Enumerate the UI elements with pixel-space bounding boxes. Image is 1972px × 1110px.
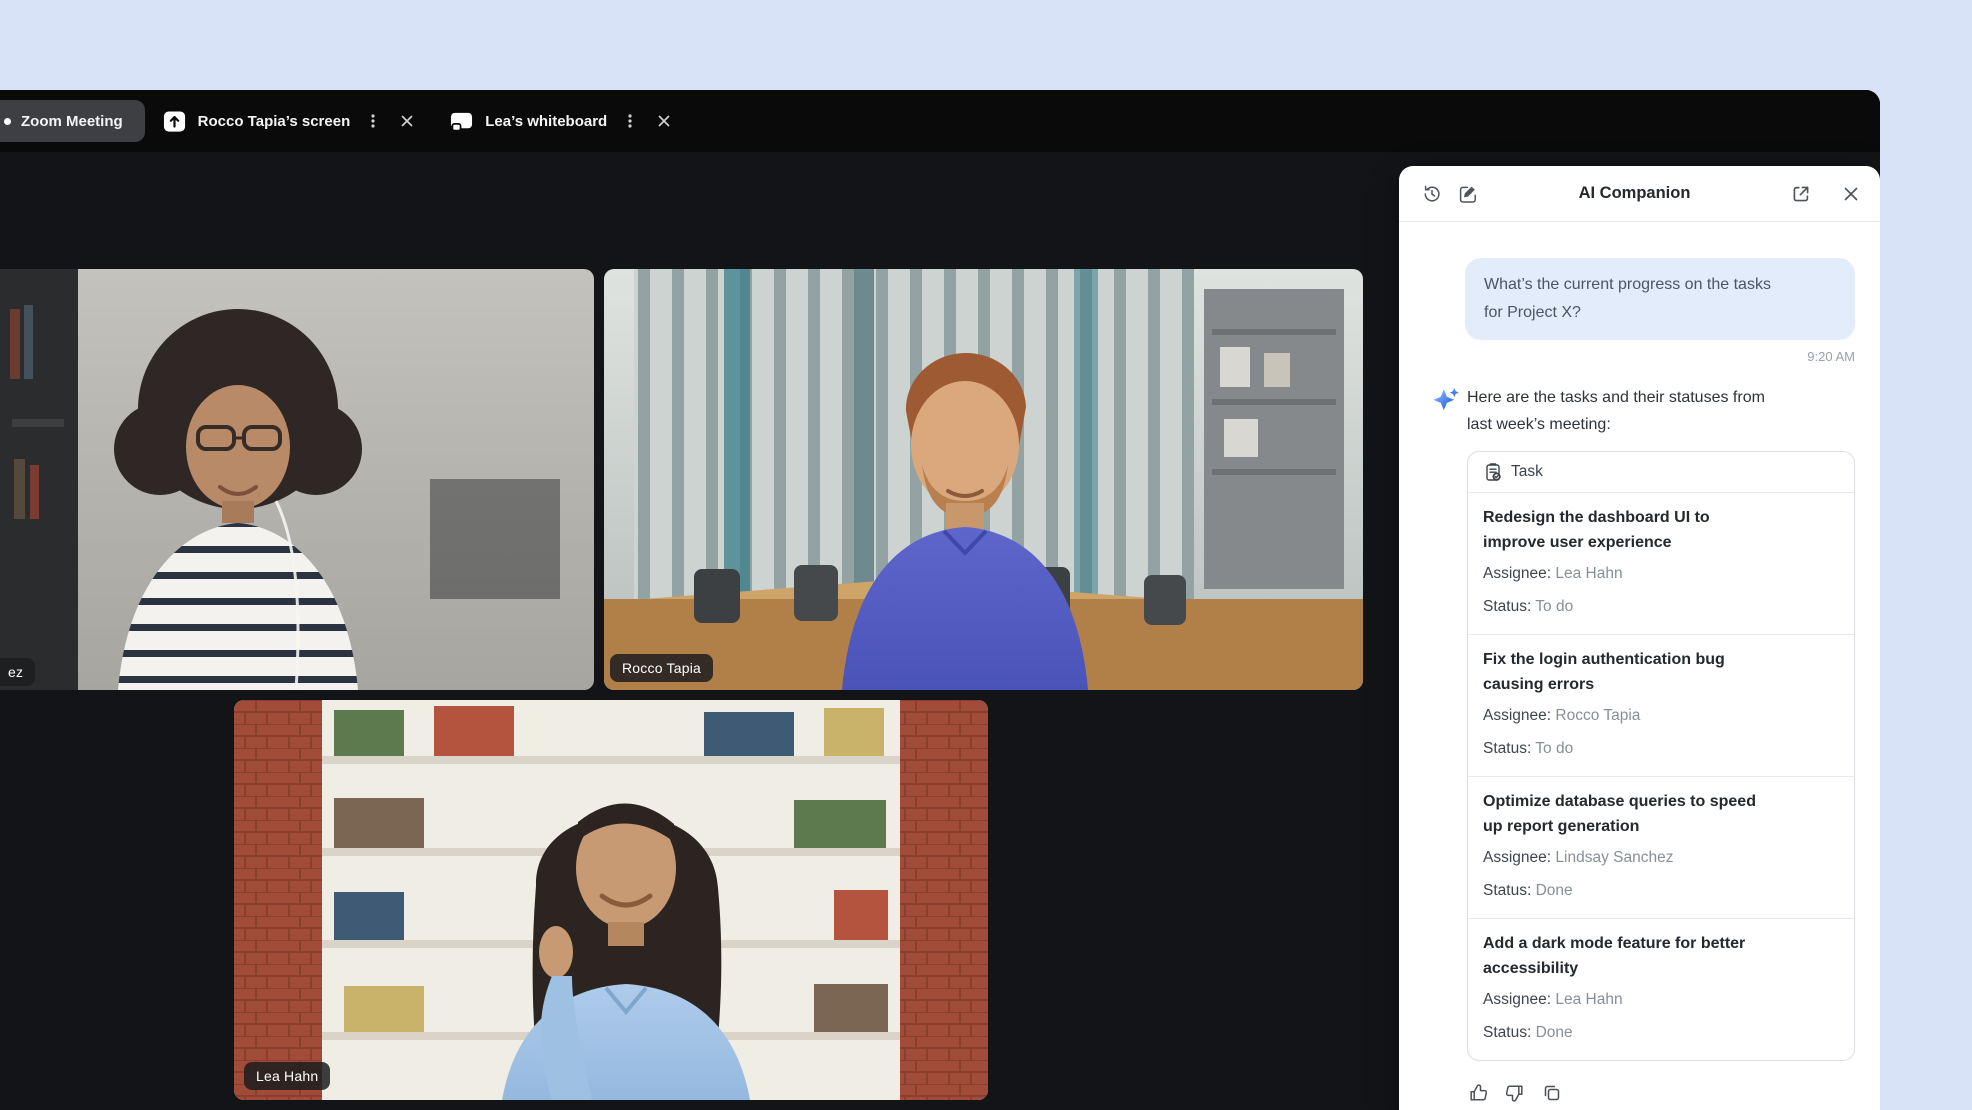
rocco-tapia-video [604, 269, 1363, 690]
tab-close-icon[interactable] [653, 110, 675, 132]
task-title: Fix the login authentication bug causing… [1483, 647, 1839, 697]
tab-menu-icon[interactable] [362, 110, 384, 132]
ai-intro-line: Here are the tasks and their statuses fr… [1467, 384, 1855, 411]
task-card-title: Task [1511, 463, 1543, 481]
ai-companion-sparkle-icon [1432, 386, 1460, 414]
ai-panel-title: AI Companion [1479, 184, 1790, 203]
history-icon[interactable] [1421, 183, 1443, 205]
task-item: Add a dark mode feature for better acces… [1468, 919, 1854, 1060]
task-item: Redesign the dashboard UI to improve use… [1468, 493, 1854, 635]
tab-menu-icon[interactable] [619, 110, 641, 132]
tab-rocco-screen[interactable]: Rocco Tapia’s screen [163, 110, 419, 133]
meeting-indicator-dot [4, 118, 11, 125]
user-message-line: for Project X? [1484, 299, 1836, 327]
ai-intro-text: Here are the tasks and their statuses fr… [1467, 384, 1855, 438]
task-assignee: Assignee: Lea Hahn [1483, 559, 1839, 588]
screen-share-icon [163, 110, 186, 133]
tab-lea-whiteboard[interactable]: Lea’s whiteboard [450, 110, 675, 133]
ai-companion-panel: AI Companion [1399, 166, 1880, 1110]
tab-bar: Zoom Meeting Rocco Tapia’s screen Lea’ [0, 90, 1880, 152]
tab-label: Rocco Tapia’s screen [198, 113, 351, 130]
whiteboard-icon [450, 110, 473, 133]
video-tile-participant-1[interactable]: ez [0, 269, 594, 690]
participant-1-video [0, 269, 594, 690]
message-timestamp: 9:20 AM [1432, 349, 1855, 364]
tab-label: Lea’s whiteboard [485, 113, 607, 130]
thumbs-down-icon[interactable] [1504, 1082, 1526, 1104]
zoom-meeting-window: Zoom Meeting Rocco Tapia’s screen Lea’ [0, 90, 1880, 1110]
task-item: Fix the login authentication bug causing… [1468, 635, 1854, 777]
task-status: Status: Done [1483, 1018, 1839, 1047]
desktop-background: Zoom Meeting Rocco Tapia’s screen Lea’ [0, 0, 1972, 1110]
participant-name-tag: Rocco Tapia [610, 654, 713, 682]
video-tile-rocco-tapia[interactable]: Rocco Tapia [604, 269, 1363, 690]
pop-out-icon[interactable] [1790, 183, 1812, 205]
task-card: Task Redesign the dashboard UI to improv… [1467, 451, 1855, 1061]
ai-response-body: Here are the tasks and their statuses fr… [1467, 384, 1855, 1104]
task-assignee: Assignee: Rocco Tapia [1483, 701, 1839, 730]
user-message-bubble: What’s the current progress on the tasks… [1465, 258, 1855, 340]
task-card-header: Task [1468, 452, 1854, 493]
participant-name-tag: Lea Hahn [244, 1062, 330, 1090]
task-status: Status: To do [1483, 734, 1839, 763]
ai-response: Here are the tasks and their statuses fr… [1432, 384, 1855, 1104]
ai-chat-area: What’s the current progress on the tasks… [1399, 222, 1880, 1110]
task-title: Redesign the dashboard UI to improve use… [1483, 505, 1839, 555]
task-title: Optimize database queries to speed up re… [1483, 789, 1839, 839]
lea-hahn-video [234, 700, 988, 1100]
task-assignee: Assignee: Lea Hahn [1483, 985, 1839, 1014]
task-status: Status: To do [1483, 592, 1839, 621]
copy-icon[interactable] [1541, 1082, 1563, 1104]
thumbs-up-icon[interactable] [1467, 1082, 1489, 1104]
task-status: Status: Done [1483, 876, 1839, 905]
video-tile-lea-hahn[interactable]: Lea Hahn [234, 700, 988, 1100]
ai-panel-header: AI Companion [1399, 166, 1880, 222]
close-icon[interactable] [1840, 183, 1862, 205]
compose-icon[interactable] [1457, 183, 1479, 205]
tab-zoom-meeting[interactable]: Zoom Meeting [0, 100, 145, 142]
response-feedback-row [1467, 1082, 1855, 1104]
tab-close-icon[interactable] [396, 110, 418, 132]
participant-name-tag: ez [0, 658, 35, 686]
task-clipboard-icon [1483, 462, 1503, 482]
ai-intro-line: last week’s meeting: [1467, 411, 1855, 438]
task-item: Optimize database queries to speed up re… [1468, 777, 1854, 919]
tab-label: Zoom Meeting [21, 113, 123, 130]
task-assignee: Assignee: Lindsay Sanchez [1483, 843, 1839, 872]
user-message-line: What’s the current progress on the tasks [1484, 271, 1836, 299]
task-title: Add a dark mode feature for better acces… [1483, 931, 1839, 981]
